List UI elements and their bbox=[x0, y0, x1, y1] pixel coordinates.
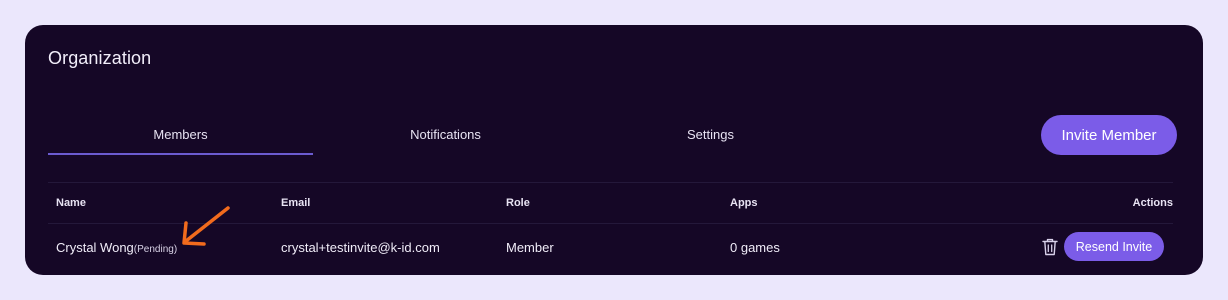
tab-members[interactable]: Members bbox=[48, 123, 313, 155]
trash-icon[interactable] bbox=[1041, 237, 1059, 257]
column-header-email: Email bbox=[281, 197, 311, 209]
column-header-apps: Apps bbox=[730, 197, 758, 209]
member-email: crystal+testinvite@k-id.com bbox=[281, 240, 440, 255]
tab-bar: Members Notifications Settings bbox=[48, 123, 843, 155]
column-header-name: Name bbox=[56, 197, 86, 209]
member-role: Member bbox=[506, 240, 554, 255]
invite-member-button[interactable]: Invite Member bbox=[1041, 115, 1177, 155]
member-name-cell: Crystal Wong(Pending) bbox=[56, 240, 177, 255]
page-title: Organization bbox=[48, 48, 152, 68]
member-apps: 0 games bbox=[730, 240, 780, 255]
column-header-role: Role bbox=[506, 197, 530, 209]
tab-settings[interactable]: Settings bbox=[578, 123, 843, 153]
table-divider bbox=[48, 182, 1173, 183]
arrow-icon bbox=[182, 206, 230, 246]
resend-invite-button[interactable]: Resend Invite bbox=[1064, 232, 1164, 261]
status-badge: (Pending) bbox=[133, 244, 178, 255]
member-name: Crystal Wong bbox=[56, 240, 134, 255]
column-header-actions: Actions bbox=[1132, 197, 1173, 209]
tab-notifications[interactable]: Notifications bbox=[313, 123, 578, 153]
